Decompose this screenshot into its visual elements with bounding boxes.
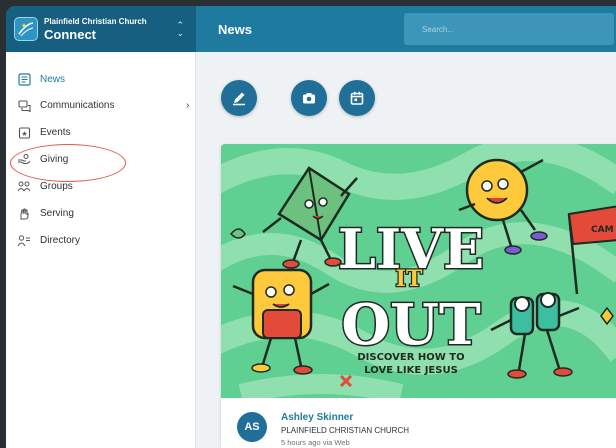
calendar-icon — [350, 91, 364, 105]
event-post-button[interactable] — [339, 80, 375, 116]
org-switcher[interactable]: Plainfield Christian Church Connect ⌃ ⌄ — [6, 6, 196, 52]
sidebar-item-communications[interactable]: Communications › — [16, 96, 189, 114]
sidebar-item-label: Directory — [40, 234, 81, 246]
author-name-link[interactable]: Ashley Skinner — [281, 412, 353, 423]
serving-icon — [16, 205, 32, 221]
post-author-row: AS Ashley Skinner PLAINFIELD CHRISTIAN C… — [221, 398, 616, 448]
news-icon — [16, 71, 32, 87]
search-input[interactable] — [404, 13, 614, 45]
author-org: PLAINFIELD CHRISTIAN CHURCH — [281, 426, 410, 435]
top-bar: Plainfield Christian Church Connect ⌃ ⌄ N… — [6, 6, 616, 52]
sidebar-item-events[interactable]: ★ Events — [16, 123, 71, 141]
directory-icon — [16, 232, 32, 248]
sidebar-item-label: Groups — [40, 180, 73, 192]
banner-tagline-2: LOVE LIKE JESUS — [364, 365, 458, 376]
events-icon: ★ — [16, 124, 32, 140]
pencil-icon — [233, 92, 245, 106]
app-name: Connect — [44, 26, 96, 42]
sidebar-item-label: Serving — [40, 207, 74, 219]
live-it-out-lettering: LIVE IT OUT DISCOVER HOW TO LOVE LIKE JE… — [336, 216, 485, 377]
sidebar-item-news[interactable]: News — [16, 70, 65, 88]
page-title: News — [218, 21, 252, 37]
camera-icon — [303, 93, 315, 104]
sidebar-item-label: News — [40, 73, 66, 85]
news-feed: CAM LIVE IT OUT DISCOVER HOW TO LOVE LIK… — [197, 52, 616, 448]
banner-line-3: OUT — [341, 292, 481, 358]
banner-line-2: IT — [396, 266, 423, 292]
post-timestamp: 5 hours ago via Web — [281, 438, 350, 447]
communications-icon — [16, 97, 32, 113]
groups-icon — [16, 178, 32, 194]
flag-text: CAM — [591, 225, 614, 235]
banner-tagline-1: DISCOVER HOW TO — [357, 352, 464, 363]
news-post-card[interactable]: CAM LIVE IT OUT DISCOVER HOW TO LOVE LIK… — [221, 144, 616, 448]
sidebar-item-groups[interactable]: Groups — [16, 177, 73, 195]
avatar[interactable]: AS — [237, 412, 267, 442]
photo-post-button[interactable] — [291, 80, 327, 116]
org-logo-icon — [14, 17, 38, 41]
chevron-up-down-icon: ⌃ ⌄ — [176, 20, 184, 38]
svg-text:★: ★ — [21, 130, 27, 138]
sidebar-item-label: Events — [40, 126, 71, 138]
sidebar-item-label: Communications — [40, 99, 115, 111]
sidebar: News Communications › ★ Events Giving Gr… — [6, 52, 196, 448]
app-window: Plainfield Christian Church Connect ⌃ ⌄ N… — [6, 6, 616, 448]
org-name: Plainfield Christian Church — [44, 16, 147, 26]
chevron-right-icon: › — [186, 99, 190, 111]
sidebar-item-directory[interactable]: Directory — [16, 231, 80, 249]
post-banner-image: CAM LIVE IT OUT DISCOVER HOW TO LOVE LIK… — [221, 144, 616, 398]
write-post-button[interactable] — [221, 80, 257, 116]
sidebar-item-serving[interactable]: Serving — [16, 204, 74, 222]
